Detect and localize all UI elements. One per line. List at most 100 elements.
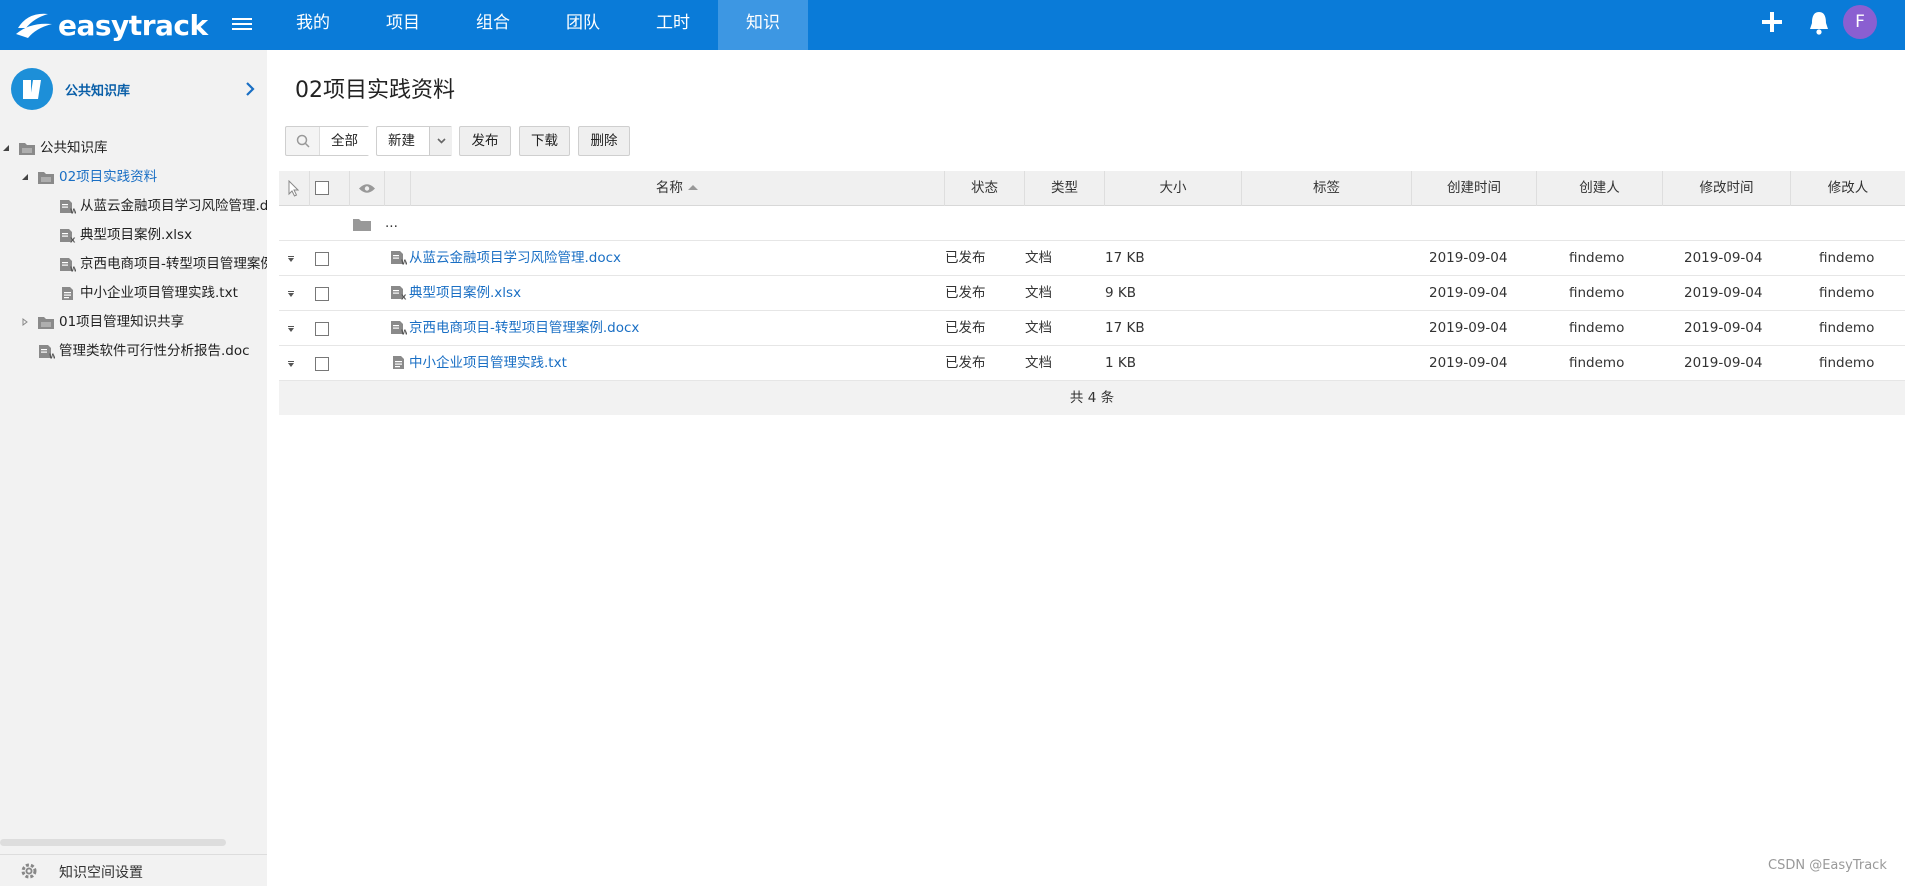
select-all-checkbox[interactable] [315, 181, 329, 195]
preview-col [350, 171, 385, 206]
cell-modifier: findemo [1819, 285, 1875, 301]
file-name-link[interactable]: 京西电商项目-转型项目管理案例.docx [409, 311, 639, 346]
kb-switcher[interactable]: 公共知识库 [11, 68, 261, 112]
search-icon [296, 134, 310, 148]
table-row[interactable]: W 京西电商项目-转型项目管理案例.docx 已发布 文档 17 KB 2019-09-0… [279, 311, 1905, 346]
kb-settings[interactable]: 知识空间设置 [0, 854, 267, 886]
tree-file[interactable]: X 典型项目案例.xlsx [0, 221, 267, 250]
nav-item[interactable]: 我的 [268, 0, 358, 50]
new-button[interactable]: 新建 [376, 126, 452, 156]
kb-settings-label: 知识空间设置 [59, 865, 143, 881]
cell-creator: findemo [1569, 355, 1625, 371]
nav-item[interactable]: 工时 [628, 0, 718, 50]
document-table: 名称 状态 类型 大小 标签 创建时间 创建人 修改时间 修改人 ... W 从蓝… [279, 171, 1905, 415]
col-creator[interactable]: 创建人 [1537, 171, 1663, 206]
parent-folder-row[interactable]: ... [279, 206, 1905, 241]
cell-status: 已发布 [945, 250, 986, 266]
tree-file[interactable]: W 从蓝云金融项目学习风险管理.docx [0, 192, 267, 221]
collapsed-triangle-icon[interactable] [21, 318, 29, 326]
cell-created: 2019-09-04 [1429, 285, 1508, 301]
tree-file[interactable]: 中小企业项目管理实践.txt [0, 279, 267, 308]
filter-select[interactable]: 全部 [319, 127, 369, 155]
tree-file[interactable]: W 京西电商项目-转型项目管理案例.docx [0, 250, 267, 279]
publish-button[interactable]: 发布 [459, 126, 511, 156]
col-name[interactable]: 名称 [411, 171, 945, 206]
table-footer: 共 4 条 [279, 381, 1905, 415]
add-icon[interactable] [1759, 9, 1785, 35]
cell-type: 文档 [1025, 355, 1052, 371]
col-status[interactable]: 状态 [945, 171, 1025, 206]
tree-item-label: 管理类软件可行性分析报告.doc [59, 343, 250, 359]
tree-folder[interactable]: 01项目管理知识共享 [0, 308, 267, 337]
cell-status: 已发布 [945, 320, 986, 336]
col-modifier[interactable]: 修改人 [1791, 171, 1905, 206]
table-row[interactable]: X 典型项目案例.xlsx 已发布 文档 9 KB 2019-09-04 findemo 20… [279, 276, 1905, 311]
knowledge-base-icon [11, 68, 53, 110]
download-button[interactable]: 下载 [519, 126, 570, 156]
search-filter[interactable]: 全部 [285, 126, 369, 156]
filter-label: 全部 [331, 133, 358, 149]
row-menu-icon[interactable] [287, 326, 295, 334]
cell-modified: 2019-09-04 [1684, 355, 1763, 371]
row-menu-icon[interactable] [287, 256, 295, 264]
cell-modified: 2019-09-04 [1684, 320, 1763, 336]
tree-file[interactable]: W 管理类软件可行性分析报告.doc [0, 337, 267, 366]
row-checkbox[interactable] [315, 287, 329, 301]
cell-type: 文档 [1025, 285, 1052, 301]
excel-file-icon: X [60, 229, 76, 243]
knowledge-sidebar: 公共知识库 公共知识库 02项目实践资料 W 从蓝云金融项目学习风险管理.docx X典… [0, 50, 267, 886]
new-dropdown-toggle[interactable] [429, 127, 452, 155]
nav-item[interactable]: 组合 [448, 0, 538, 50]
col-tags[interactable]: 标签 [1242, 171, 1412, 206]
row-checkbox[interactable] [315, 322, 329, 336]
cell-size: 9 KB [1105, 285, 1136, 301]
delete-button[interactable]: 删除 [578, 126, 630, 156]
tree-folder[interactable]: 02项目实践资料 [0, 163, 267, 192]
row-checkbox[interactable] [315, 357, 329, 371]
row-menu-icon[interactable] [287, 361, 295, 369]
menu-toggle-icon[interactable] [232, 15, 252, 35]
svg-text:W: W [49, 353, 55, 360]
nav-item[interactable]: 项目 [358, 0, 448, 50]
folder-tree: 公共知识库 02项目实践资料 W 从蓝云金融项目学习风险管理.docx X 典型项目案例.… [0, 134, 267, 366]
cell-modifier: findemo [1819, 250, 1875, 266]
expanded-triangle-icon[interactable] [21, 173, 29, 181]
tree-item-label: 02项目实践资料 [59, 169, 158, 185]
col-type[interactable]: 类型 [1025, 171, 1105, 206]
col-modified[interactable]: 修改时间 [1663, 171, 1791, 206]
col-created[interactable]: 创建时间 [1412, 171, 1537, 206]
tree-folder[interactable]: 公共知识库 [0, 134, 267, 163]
page-title: 02项目实践资料 [295, 78, 455, 103]
table-row[interactable]: 中小企业项目管理实践.txt 已发布 文档 1 KB 2019-09-04 findemo… [279, 346, 1905, 381]
cursor-icon[interactable] [288, 179, 300, 197]
nav-item[interactable]: 知识 [718, 0, 808, 50]
cell-size: 17 KB [1105, 250, 1145, 266]
folder-icon [38, 317, 54, 329]
file-name-link[interactable]: 从蓝云金融项目学习风险管理.docx [409, 241, 621, 276]
excel-file-icon: X [391, 286, 407, 301]
cell-type: 文档 [1025, 320, 1052, 336]
svg-text:X: X [401, 294, 407, 301]
user-avatar[interactable]: F [1843, 5, 1877, 39]
tree-item-label: 典型项目案例.xlsx [80, 227, 193, 243]
expanded-triangle-icon[interactable] [2, 144, 10, 152]
nav-item[interactable]: 团队 [538, 0, 628, 50]
table-row[interactable]: W 从蓝云金融项目学习风险管理.docx 已发布 文档 17 KB 2019-09-04 f… [279, 241, 1905, 276]
app-logo[interactable]: easytrack [14, 6, 208, 44]
svg-text:W: W [70, 208, 76, 215]
svg-text:W: W [401, 329, 407, 336]
sidebar-scrollbar[interactable] [0, 839, 226, 846]
file-name-link[interactable]: 典型项目案例.xlsx [409, 276, 521, 311]
svg-text:W: W [401, 259, 407, 266]
cell-modifier: findemo [1819, 320, 1875, 336]
row-checkbox[interactable] [315, 252, 329, 266]
row-menu-icon[interactable] [287, 291, 295, 299]
cell-creator: findemo [1569, 320, 1625, 336]
tree-item-label: 公共知识库 [40, 140, 108, 156]
cell-modifier: findemo [1819, 355, 1875, 371]
cell-created: 2019-09-04 [1429, 355, 1508, 371]
notification-bell-icon[interactable] [1807, 10, 1831, 36]
file-name-link[interactable]: 中小企业项目管理实践.txt [409, 346, 567, 381]
col-size[interactable]: 大小 [1105, 171, 1242, 206]
chevron-right-icon[interactable] [243, 80, 257, 98]
